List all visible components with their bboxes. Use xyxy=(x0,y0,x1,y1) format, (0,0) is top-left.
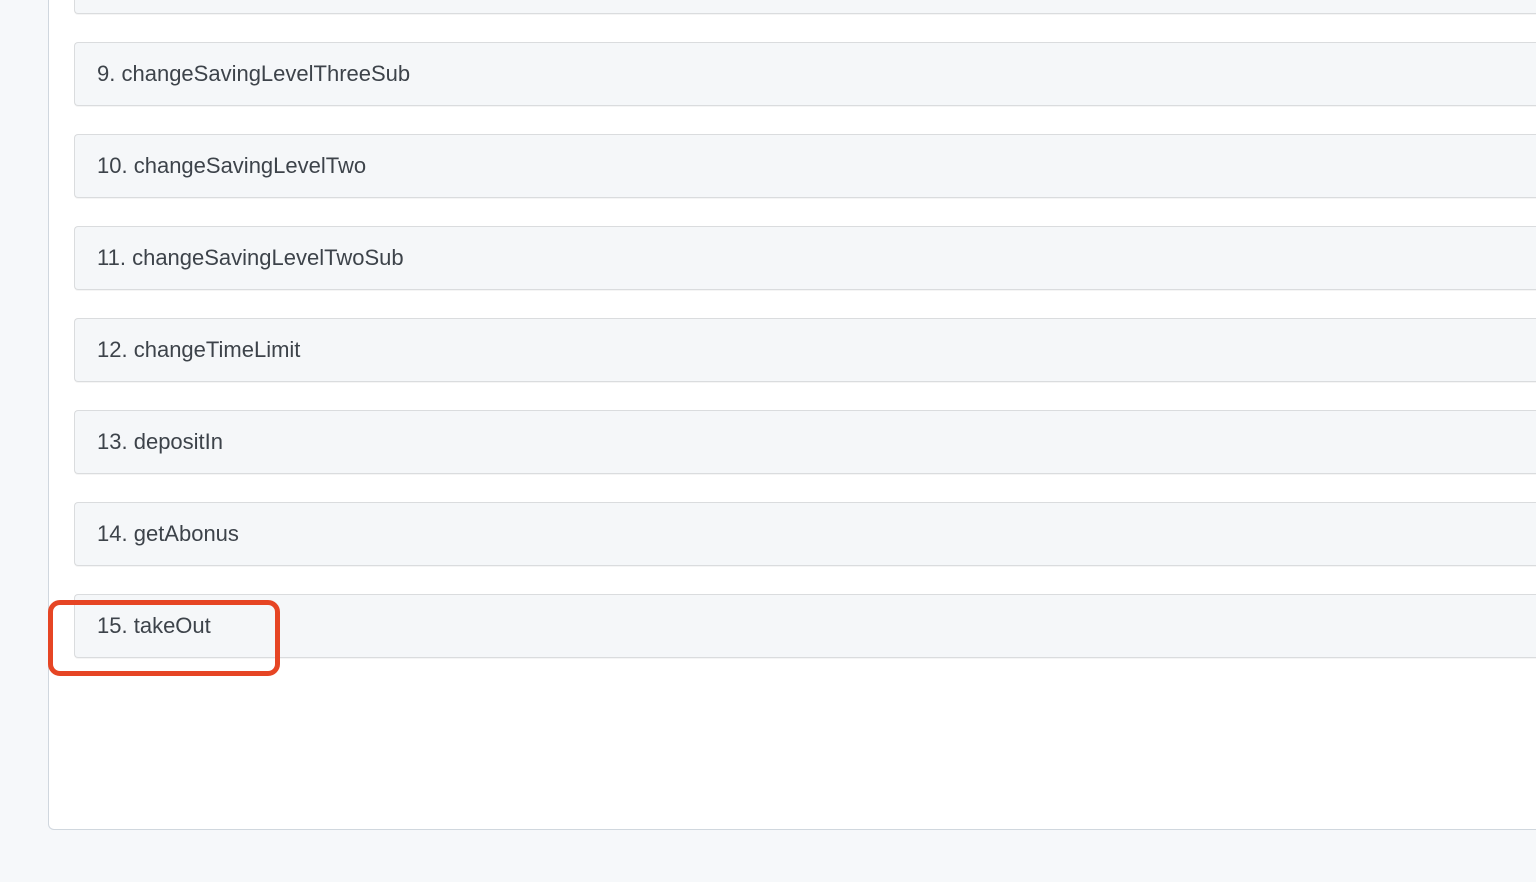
function-label: changeSavingLevelTwo xyxy=(134,153,366,178)
function-label: depositIn xyxy=(134,429,223,454)
outer-container: 9. changeSavingLevelThreeSub 10. changeS… xyxy=(0,0,1536,882)
function-item-13[interactable]: 13. depositIn xyxy=(74,410,1536,474)
function-number: 11. xyxy=(97,245,126,270)
function-item-15[interactable]: 15. takeOut xyxy=(74,594,1536,658)
function-number: 15. xyxy=(97,613,128,638)
function-label: getAbonus xyxy=(134,521,239,546)
function-number: 14. xyxy=(97,521,128,546)
function-label: takeOut xyxy=(134,613,211,638)
function-number: 12. xyxy=(97,337,128,362)
function-item-10[interactable]: 10. changeSavingLevelTwo xyxy=(74,134,1536,198)
function-item-14[interactable]: 14. getAbonus xyxy=(74,502,1536,566)
functions-panel: 9. changeSavingLevelThreeSub 10. changeS… xyxy=(48,0,1536,830)
function-item-9[interactable]: 9. changeSavingLevelThreeSub xyxy=(74,42,1536,106)
function-label: changeSavingLevelTwoSub xyxy=(132,245,404,270)
function-label: changeTimeLimit xyxy=(134,337,301,362)
function-number: 9. xyxy=(97,61,115,86)
function-item-12[interactable]: 12. changeTimeLimit xyxy=(74,318,1536,382)
function-number: 13. xyxy=(97,429,128,454)
function-label: changeSavingLevelThreeSub xyxy=(121,61,410,86)
function-item-partial[interactable] xyxy=(74,0,1536,14)
function-item-11[interactable]: 11. changeSavingLevelTwoSub xyxy=(74,226,1536,290)
function-number: 10. xyxy=(97,153,128,178)
